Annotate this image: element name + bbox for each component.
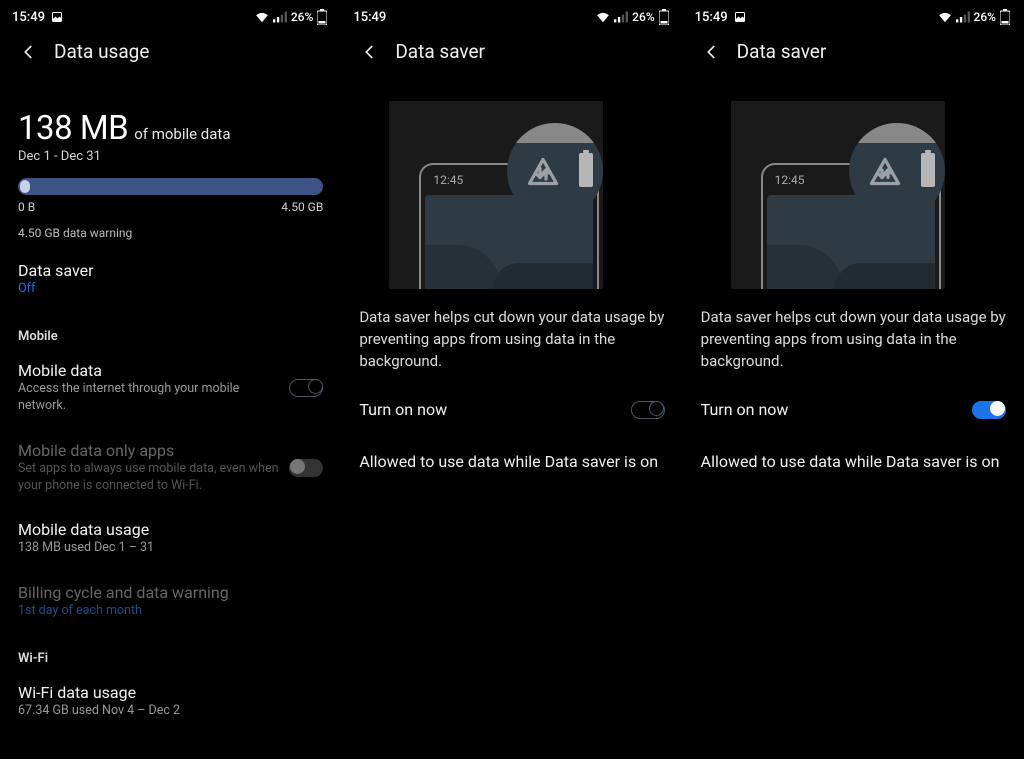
turn-on-label: Turn on now [701,400,789,419]
status-battery-pct: 26% [291,10,313,24]
signal-icon [273,11,287,23]
wifi-icon [255,11,269,23]
usage-bar-min: 0 B [18,200,35,214]
screen-data-saver-on: 15:49 26% Data saver 12:45 Data saver he… [683,0,1024,759]
usage-bar-fill [20,180,30,193]
mobile-only-sub: Set apps to always use mobile data, even… [18,461,279,495]
page-title: Data usage [54,40,149,63]
row-mobile-only-apps: Mobile data only apps Set apps to always… [18,428,323,508]
billing-title: Billing cycle and data warning [18,583,323,602]
page-title: Data saver [737,40,827,63]
statusbar: 15:49 26% [341,0,682,30]
billing-sub: 1st day of each month [18,603,323,620]
turn-on-toggle[interactable] [631,401,665,419]
row-allowed-apps[interactable]: Allowed to use data while Data saver is … [359,439,664,473]
status-battery-pct: 26% [632,10,654,24]
status-time: 15:49 [353,10,386,25]
row-turn-on[interactable]: Turn on now [701,382,1006,439]
turn-on-toggle[interactable] [972,401,1006,419]
data-saver-icon [525,155,561,191]
data-saver-status: Off [18,281,323,298]
mobile-usage-sub: 138 MB used Dec 1 – 31 [18,540,323,557]
appbar: Data saver [341,30,682,81]
usage-amount: 138 MB [18,109,128,148]
section-mobile: Mobile [18,329,323,344]
illus-battery-icon [579,153,593,187]
mobile-data-title: Mobile data [18,361,279,380]
usage-bar[interactable] [18,178,323,195]
mobile-data-toggle[interactable] [289,379,323,397]
usage-label: of mobile data [134,125,230,143]
wifi-icon [938,11,952,23]
usage-summary: 138 MB of mobile data [18,109,323,148]
row-mobile-data[interactable]: Mobile data Access the internet through … [18,348,323,428]
row-allowed-apps[interactable]: Allowed to use data while Data saver is … [701,439,1006,473]
section-wifi: Wi-Fi [18,651,323,666]
row-mobile-usage[interactable]: Mobile data usage 138 MB used Dec 1 – 31 [18,507,323,570]
screen-data-usage: 15:49 26% Data usage 138 MB of mobile da… [0,0,341,759]
data-warning: 4.50 GB data warning [18,226,323,240]
status-time: 15:49 [12,10,45,25]
illustration: 12:45 [731,101,945,289]
battery-icon [1000,9,1010,25]
image-icon [734,11,746,23]
mobile-data-sub: Access the internet through your mobile … [18,381,279,415]
image-icon [51,11,63,23]
illus-time: 12:45 [433,173,463,187]
usage-bar-max: 4.50 GB [281,200,323,214]
back-icon[interactable] [20,43,38,61]
battery-icon [317,9,327,25]
mobile-usage-title: Mobile data usage [18,520,323,539]
page-title: Data saver [395,40,485,63]
statusbar: 15:49 26% [0,0,341,30]
status-time: 15:49 [695,10,728,25]
row-wifi-usage[interactable]: Wi-Fi data usage 67.34 GB used Nov 4 – D… [18,670,323,733]
signal-icon [956,11,970,23]
row-data-saver[interactable]: Data saver Off [18,248,323,311]
signal-icon [614,11,628,23]
statusbar: 15:49 26% [683,0,1024,30]
back-icon[interactable] [361,43,379,61]
turn-on-label: Turn on now [359,400,447,419]
appbar: Data usage [0,30,341,81]
illus-time: 12:45 [775,173,805,187]
wifi-usage-title: Wi-Fi data usage [18,683,323,702]
row-turn-on[interactable]: Turn on now [359,382,664,439]
battery-icon [659,9,669,25]
illustration: 12:45 [389,101,603,289]
mobile-only-toggle [289,459,323,477]
usage-bar-range: 0 B 4.50 GB [18,200,323,214]
wifi-icon [596,11,610,23]
row-billing-cycle[interactable]: Billing cycle and data warning 1st day o… [18,570,323,633]
data-saver-desc: Data saver helps cut down your data usag… [359,307,664,382]
screen-data-saver-off: 15:49 26% Data saver 12:45 Data saver he… [341,0,682,759]
appbar: Data saver [683,30,1024,81]
data-saver-icon [867,155,903,191]
data-saver-title: Data saver [18,261,323,280]
data-saver-desc: Data saver helps cut down your data usag… [701,307,1006,382]
status-battery-pct: 26% [974,10,996,24]
illus-battery-icon [921,153,935,187]
back-icon[interactable] [703,43,721,61]
mobile-only-title: Mobile data only apps [18,441,279,460]
wifi-usage-sub: 67.34 GB used Nov 4 – Dec 2 [18,703,323,720]
usage-period: Dec 1 - Dec 31 [18,149,323,164]
